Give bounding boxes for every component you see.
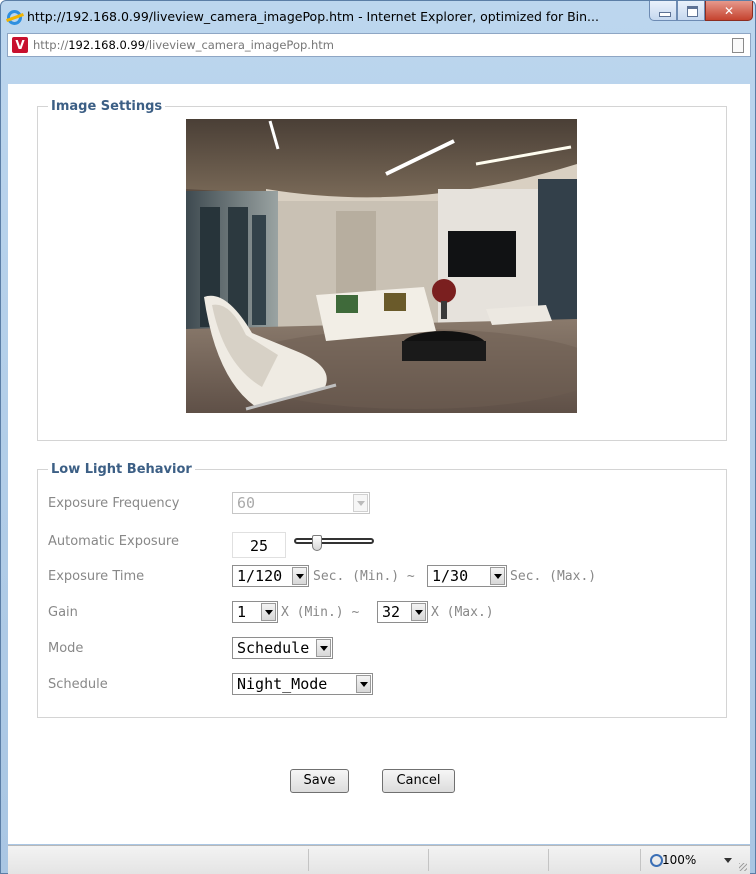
status-bar: 100%	[8, 845, 750, 874]
exposure-time-min-select[interactable]: 1/120	[232, 565, 309, 587]
minimize-button[interactable]	[649, 1, 677, 21]
window-title: http://192.168.0.99/liveview_camera_imag…	[27, 9, 599, 24]
exposure-frequency-label: Exposure Frequency	[48, 496, 180, 511]
exposure-time-max-value: 1/30	[432, 567, 469, 585]
internet-explorer-icon	[7, 10, 22, 25]
low-light-behavior-legend: Low Light Behavior	[51, 462, 192, 477]
close-icon: ✕	[723, 4, 735, 18]
gain-max-select[interactable]: 32	[377, 601, 428, 623]
chevron-down-icon[interactable]	[724, 858, 732, 863]
address-bar[interactable]: V http://192.168.0.99/liveview_camera_im…	[7, 33, 751, 57]
maximize-icon	[687, 6, 698, 17]
page-content: Image Settings Low Light Behavior Exposu…	[8, 84, 750, 844]
schedule-select[interactable]: Night_Mode	[232, 673, 373, 695]
window-controls: ✕	[649, 1, 753, 21]
exposure-frequency-select: 60	[232, 492, 370, 514]
exposure-time-min-value: 1/120	[237, 567, 283, 585]
exposure-time-label: Exposure Time	[48, 569, 145, 584]
automatic-exposure-slider[interactable]	[294, 538, 374, 544]
mode-label: Mode	[48, 641, 84, 656]
exposure-time-max-select[interactable]: 1/30	[427, 565, 507, 587]
url-path: /liveview_camera_imagePop.htm	[145, 38, 334, 52]
mode-select[interactable]: Schedule	[232, 637, 333, 659]
save-button[interactable]: Save	[290, 769, 349, 793]
exposure-time-max-unit: Sec. (Max.)	[510, 569, 597, 584]
minimize-icon	[659, 12, 671, 17]
chevron-down-icon	[261, 603, 276, 621]
resize-grip-icon[interactable]	[739, 863, 747, 871]
camera-image-render	[186, 119, 577, 413]
chevron-down-icon	[411, 603, 426, 621]
exposure-frequency-value: 60	[237, 494, 256, 512]
status-divider	[308, 849, 309, 871]
gain-max-unit: X (Max.)	[431, 605, 494, 620]
url-text[interactable]: http://192.168.0.99/liveview_camera_imag…	[33, 38, 334, 52]
status-divider	[548, 849, 549, 871]
gain-label: Gain	[48, 605, 78, 620]
close-button[interactable]: ✕	[705, 1, 753, 21]
chevron-down-icon	[356, 675, 371, 693]
url-host: 192.168.0.99	[68, 38, 146, 52]
image-settings-legend: Image Settings	[51, 99, 163, 114]
chevron-down-icon	[353, 494, 368, 512]
cancel-button[interactable]: Cancel	[382, 769, 455, 793]
gain-max-value: 32	[382, 603, 401, 621]
gain-min-select[interactable]: 1	[232, 601, 278, 623]
maximize-button[interactable]	[677, 1, 705, 21]
status-divider	[428, 849, 429, 871]
gain-min-unit: X (Min.) ~	[281, 605, 360, 620]
title-bar[interactable]: http://192.168.0.99/liveview_camera_imag…	[1, 1, 756, 33]
camera-live-image	[186, 119, 577, 413]
status-divider	[640, 849, 641, 871]
chevron-down-icon	[490, 567, 505, 585]
exposure-time-min-unit: Sec. (Min.) ~	[313, 569, 415, 584]
chevron-down-icon	[316, 639, 331, 657]
chevron-down-icon	[292, 567, 307, 585]
automatic-exposure-value: 25	[232, 532, 286, 558]
automatic-exposure-slider-handle[interactable]	[312, 535, 322, 551]
automatic-exposure-label: Automatic Exposure	[48, 534, 179, 549]
page-icon[interactable]	[732, 38, 744, 53]
gain-min-value: 1	[237, 603, 247, 621]
site-favicon-icon: V	[12, 37, 28, 53]
mode-value: Schedule	[237, 639, 310, 657]
zoom-level[interactable]: 100%	[662, 853, 696, 867]
schedule-value: Night_Mode	[237, 675, 328, 693]
url-scheme: http://	[33, 38, 69, 52]
schedule-label: Schedule	[48, 677, 108, 692]
